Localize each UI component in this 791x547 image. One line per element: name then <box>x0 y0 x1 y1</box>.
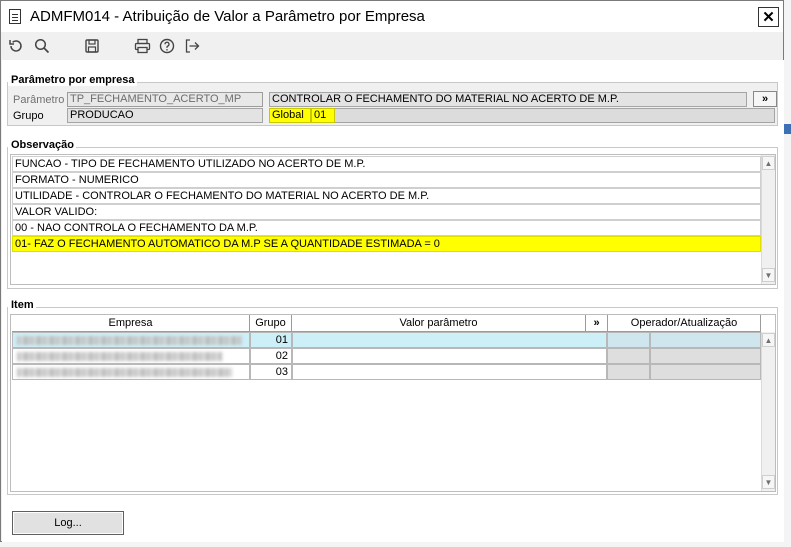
observacao-line: UTILIDADE - CONTROLAR O FECHAMENTO DO MA… <box>12 188 761 204</box>
background-window-edge <box>784 0 791 547</box>
empresa-cell[interactable] <box>12 364 250 380</box>
grupo-cell[interactable]: 01 <box>250 332 292 348</box>
parameter-group-legend: Parâmetro por empresa <box>8 74 137 86</box>
scroll-down-icon[interactable]: ▼ <box>762 268 775 282</box>
observacao-line-highlighted: 01- FAZ O FECHAMENTO AUTOMATICO DA M.P S… <box>12 236 761 252</box>
operador-cell <box>607 364 650 380</box>
atualizacao-cell <box>650 332 761 348</box>
window-title: ADMFM014 - Atribuição de Valor a Parâmet… <box>30 8 425 25</box>
global-value-field[interactable]: 01 <box>311 108 335 123</box>
save-icon[interactable] <box>83 37 101 55</box>
title-bar: ADMFM014 - Atribuição de Valor a Parâmet… <box>1 1 783 32</box>
scroll-down-icon[interactable]: ▼ <box>762 475 775 489</box>
scroll-up-icon[interactable]: ▲ <box>762 156 775 170</box>
dialog-window: ADMFM014 - Atribuição de Valor a Parâmet… <box>0 0 784 542</box>
global-label: Global <box>269 108 311 123</box>
document-icon <box>9 9 21 24</box>
operador-cell <box>607 348 650 364</box>
log-button[interactable]: Log... <box>12 511 124 535</box>
help-icon[interactable] <box>158 37 176 55</box>
observacao-scrollbar[interactable]: ▲ ▼ <box>761 155 775 284</box>
observacao-line: FORMATO - NUMERICO <box>12 172 761 188</box>
parametro-label: Parâmetro <box>13 94 65 106</box>
column-header-operador[interactable]: Operador/Atualização <box>608 315 761 332</box>
exit-icon[interactable] <box>183 37 201 55</box>
refresh-icon[interactable] <box>7 37 25 55</box>
item-legend: Item <box>8 299 36 311</box>
valor-parametro-cell[interactable] <box>292 332 607 348</box>
parameter-description-field: CONTROLAR O FECHAMENTO DO MATERIAL NO AC… <box>269 92 747 107</box>
observacao-text-area[interactable]: FUNCAO - TIPO DE FECHAMENTO UTILIZADO NO… <box>10 154 776 285</box>
grupo-field: PRODUCAO <box>67 108 263 123</box>
observacao-line: FUNCAO - TIPO DE FECHAMENTO UTILIZADO NO… <box>12 156 761 172</box>
grupo-cell[interactable]: 02 <box>250 348 292 364</box>
column-header-empresa[interactable]: Empresa <box>12 315 250 332</box>
global-row-bg <box>269 108 775 123</box>
grupo-cell[interactable]: 03 <box>250 364 292 380</box>
parametro-field[interactable]: TP_FECHAMENTO_ACERTO_MP <box>67 92 263 107</box>
empresa-cell[interactable] <box>12 348 250 364</box>
observacao-line: 00 - NAO CONTROLA O FECHAMENTO DA M.P. <box>12 220 761 236</box>
print-icon[interactable] <box>133 37 151 55</box>
operador-cell <box>607 332 650 348</box>
background-window-strip <box>0 542 791 547</box>
redacted-text <box>17 368 232 377</box>
close-button[interactable]: ✕ <box>758 7 779 27</box>
background-window-accent <box>784 124 791 134</box>
valor-parametro-cell[interactable] <box>292 348 607 364</box>
observacao-legend: Observação <box>8 139 76 151</box>
observacao-line: VALOR VALIDO: <box>12 204 761 220</box>
parameter-expand-button[interactable]: » <box>753 91 777 107</box>
empresa-cell[interactable] <box>12 332 250 348</box>
column-expand-button[interactable]: » <box>586 315 608 332</box>
grupo-label: Grupo <box>13 110 44 122</box>
atualizacao-cell <box>650 364 761 380</box>
item-scrollbar[interactable]: ▲ ▼ <box>761 332 775 491</box>
column-header-valor[interactable]: Valor parâmetro <box>292 315 586 332</box>
column-header-grupo[interactable]: Grupo <box>250 315 292 332</box>
atualizacao-cell <box>650 348 761 364</box>
search-icon[interactable] <box>33 37 51 55</box>
redacted-text <box>17 336 242 345</box>
item-grid: Empresa Grupo Valor parâmetro » Operador… <box>10 314 776 492</box>
valor-parametro-cell[interactable] <box>292 364 607 380</box>
toolbar <box>1 32 783 60</box>
redacted-text <box>17 352 222 361</box>
scroll-up-icon[interactable]: ▲ <box>762 333 775 347</box>
